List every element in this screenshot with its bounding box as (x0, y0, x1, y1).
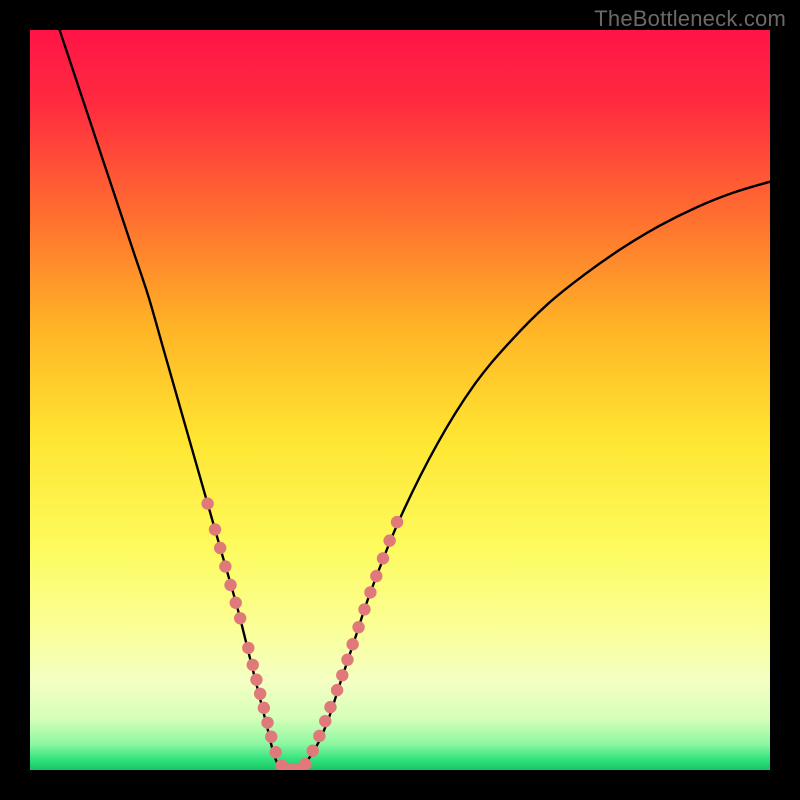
curve-marker (254, 688, 266, 700)
curve-marker (336, 669, 348, 681)
curve-marker (242, 642, 254, 654)
curve-marker (352, 621, 364, 633)
curve-marker (201, 497, 213, 509)
curve-marker (364, 586, 376, 598)
curve-marker (209, 523, 221, 535)
curve-marker (391, 516, 403, 528)
curve-marker (331, 684, 343, 696)
curve-marker (358, 603, 370, 615)
curve-marker (319, 715, 331, 727)
curve-marker (230, 597, 242, 609)
curve-marker (383, 534, 395, 546)
curve-marker (377, 552, 389, 564)
curve-layer (30, 30, 770, 770)
curve-marker (219, 560, 231, 572)
curve-marker (224, 579, 236, 591)
bottleneck-curve (60, 30, 770, 770)
curve-marker (234, 612, 246, 624)
outer-frame: TheBottleneck.com (0, 0, 800, 800)
curve-marker (265, 731, 277, 743)
curve-marker (258, 702, 270, 714)
curve-marker (370, 570, 382, 582)
curve-marker (324, 701, 336, 713)
curve-marker (269, 746, 281, 758)
curve-marker (299, 758, 311, 770)
curve-marker (313, 730, 325, 742)
curve-marker (247, 659, 259, 671)
watermark-text: TheBottleneck.com (594, 6, 786, 32)
curve-marker (306, 745, 318, 757)
plot-area (30, 30, 770, 770)
curve-marker (250, 674, 262, 686)
curve-marker (346, 638, 358, 650)
curve-marker (341, 654, 353, 666)
curve-marker (261, 716, 273, 728)
curve-marker (214, 542, 226, 554)
curve-markers (201, 497, 403, 770)
